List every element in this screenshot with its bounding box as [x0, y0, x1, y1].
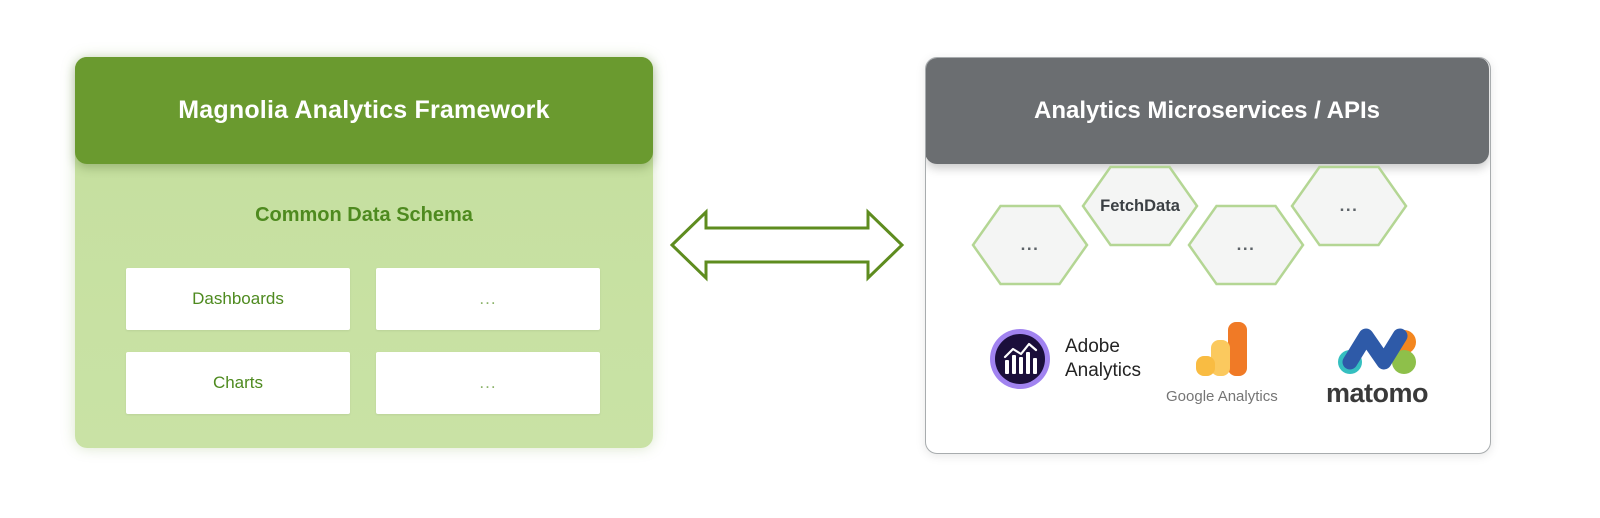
adobe-analytics-line1: Adobe	[1065, 336, 1120, 358]
magnolia-framework-header: Magnolia Analytics Framework	[75, 57, 653, 164]
adobe-analytics-wordmark: Adobe Analytics	[1065, 335, 1141, 383]
analytics-microservices-panel: Analytics Microservices / APIs ... Fetch…	[925, 57, 1491, 454]
adobe-analytics-mark-icon	[990, 329, 1050, 389]
analytics-microservices-title: Analytics Microservices / APIs	[1034, 96, 1380, 124]
hexagon-placeholder-1[interactable]: ...	[971, 204, 1089, 286]
hexagon-fetchdata[interactable]: FetchData	[1081, 165, 1199, 247]
vendor-logo-row: Adobe Analytics Google Analytics matomo	[926, 320, 1490, 420]
hexagon-shape-icon	[971, 204, 1089, 286]
google-analytics-logo[interactable]: Google Analytics	[1166, 320, 1278, 405]
tile-dashboards[interactable]: Dashboards	[126, 268, 350, 330]
matomo-logo[interactable]: matomo	[1326, 328, 1429, 409]
analytics-microservices-header: Analytics Microservices / APIs	[926, 58, 1489, 164]
bidirectional-connector	[668, 206, 906, 284]
tile-label: ...	[479, 289, 497, 308]
tile-label: ...	[479, 373, 497, 392]
tile-placeholder-2[interactable]: ...	[376, 352, 600, 414]
hexagon-shape-icon	[1187, 204, 1305, 286]
hexagon-placeholder-3[interactable]: ...	[1290, 165, 1408, 247]
matomo-mark-icon	[1338, 328, 1416, 374]
tile-label: Charts	[212, 373, 264, 392]
diagram-canvas: Magnolia Analytics Framework Common Data…	[0, 0, 1600, 518]
schema-tile-grid: Dashboards ... Charts ...	[126, 268, 602, 414]
tile-charts[interactable]: Charts	[126, 352, 350, 414]
magnolia-framework-panel: Magnolia Analytics Framework Common Data…	[75, 57, 653, 448]
hexagon-shape-icon	[1081, 165, 1199, 247]
microservice-hexagon-cluster: ... FetchData ... ...	[926, 165, 1490, 303]
common-data-schema-label: Common Data Schema	[255, 204, 473, 226]
magnolia-framework-title: Magnolia Analytics Framework	[178, 96, 550, 124]
hexagon-placeholder-2[interactable]: ...	[1187, 204, 1305, 286]
matomo-wordmark: matomo	[1326, 378, 1429, 408]
adobe-analytics-logo[interactable]: Adobe Analytics	[989, 328, 1141, 390]
tile-label: Dashboards	[192, 289, 284, 308]
hexagon-shape-icon	[1290, 165, 1408, 247]
adobe-analytics-line2: Analytics	[1065, 360, 1142, 381]
double-arrow-icon	[669, 208, 905, 282]
tile-placeholder-1[interactable]: ...	[376, 268, 600, 330]
google-analytics-mark-icon	[1195, 322, 1247, 376]
google-analytics-wordmark: Google Analytics	[1166, 388, 1278, 405]
